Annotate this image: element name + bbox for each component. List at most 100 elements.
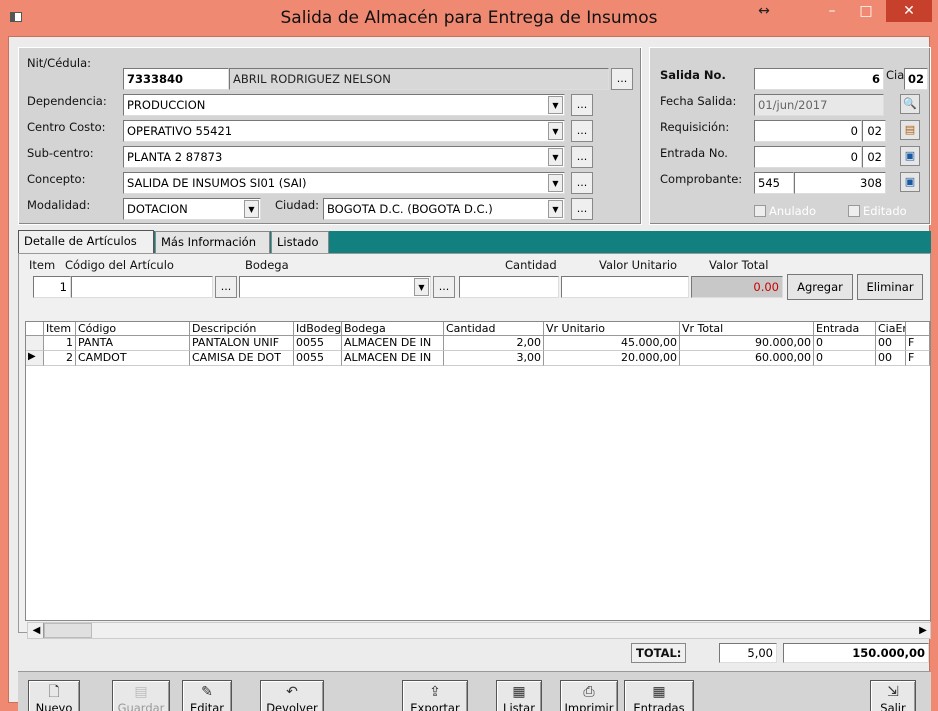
centro-costo-select[interactable]: OPERATIVO 55421 ▼	[123, 120, 565, 142]
cell-entrada[interactable]: 0	[814, 336, 876, 351]
column-header[interactable]: Item	[44, 322, 76, 336]
minimize-button[interactable]: –	[818, 0, 846, 24]
calendar-search-icon[interactable]: 🔍	[900, 94, 920, 114]
requisicion-field[interactable]: 0	[754, 120, 862, 142]
lookup-entrada-icon[interactable]: ▣	[900, 146, 920, 166]
modalidad-select[interactable]: DOTACION ▼	[123, 198, 261, 220]
cell-extra[interactable]: F	[906, 336, 930, 351]
requisicion-cia-field[interactable]: 02	[862, 120, 886, 142]
guardar-button[interactable]: ▤ Guardar	[112, 680, 170, 711]
salida-number-field[interactable]: 6	[754, 68, 884, 90]
tab-listado[interactable]: Listado	[271, 231, 329, 253]
chevron-down-icon[interactable]: ▼	[548, 174, 563, 192]
chevron-down-icon[interactable]: ▼	[414, 278, 429, 296]
close-button[interactable]: ✕	[886, 0, 932, 22]
cell-descripcion[interactable]: PANTALON UNIF	[190, 336, 294, 351]
chevron-down-icon[interactable]: ▼	[244, 200, 259, 218]
codigo-lookup-button[interactable]: ...	[215, 276, 237, 298]
codigo-input[interactable]	[71, 276, 213, 298]
exportar-button[interactable]: ⇪ Exportar	[402, 680, 468, 711]
tab-mas-informacion[interactable]: Más Información	[155, 231, 270, 253]
nuevo-button[interactable]: 🗋 Nuevo	[28, 680, 80, 711]
ciudad-select[interactable]: BOGOTA D.C. (BOGOTA D.C.) ▼	[323, 198, 565, 220]
cell-bodega[interactable]: ALMACEN DE IN	[342, 336, 444, 351]
cell-item[interactable]: 2	[44, 351, 76, 366]
cell-vr-unitario[interactable]: 45.000,00	[544, 336, 680, 351]
column-header[interactable]: Cantidad	[444, 322, 544, 336]
chevron-down-icon[interactable]: ▼	[548, 122, 563, 140]
scroll-left-icon[interactable]: ◀	[30, 623, 44, 638]
chevron-down-icon[interactable]: ▼	[548, 96, 563, 114]
cell-vr-total[interactable]: 90.000,00	[680, 336, 814, 351]
centro-costo-lookup-button[interactable]: ...	[571, 120, 593, 142]
agregar-button[interactable]: Agregar	[787, 274, 853, 300]
entradas-button[interactable]: ▦ Entradas	[624, 680, 694, 711]
cell-codigo[interactable]: PANTA	[76, 336, 190, 351]
column-header[interactable]: Descripción	[190, 322, 294, 336]
document-edit-icon[interactable]: ▤	[900, 120, 920, 140]
cell-entrada[interactable]: 0	[814, 351, 876, 366]
imprimir-button[interactable]: ⎙ Imprimir	[560, 680, 618, 711]
row-selector[interactable]	[26, 336, 44, 351]
column-header[interactable]: IdBodeg	[294, 322, 342, 336]
cell-cantidad[interactable]: 2,00	[444, 336, 544, 351]
subcentro-select[interactable]: PLANTA 2 87873 ▼	[123, 146, 565, 168]
lookup-comprobante-icon[interactable]: ▣	[900, 172, 920, 192]
column-header[interactable]: Vr Total	[680, 322, 814, 336]
fecha-salida-field[interactable]: 01/jun/2017	[754, 94, 884, 116]
comprobante-field[interactable]: 308	[794, 172, 886, 194]
dependencia-lookup-button[interactable]: ...	[571, 94, 593, 116]
valor-unitario-input[interactable]	[561, 276, 689, 298]
resize-icon[interactable]: ↔	[752, 0, 776, 24]
nit-lookup-button[interactable]: ...	[611, 68, 633, 90]
editar-button[interactable]: ✎ Editar	[182, 680, 232, 711]
column-header[interactable]: CiaEn	[876, 322, 906, 336]
entrada-cia-field[interactable]: 02	[862, 146, 886, 168]
scroll-right-icon[interactable]: ▶	[916, 623, 930, 638]
maximize-button[interactable]: □	[852, 0, 880, 24]
cell-vr-total[interactable]: 60.000,00	[680, 351, 814, 366]
chevron-down-icon[interactable]: ▼	[548, 148, 563, 166]
dependencia-select[interactable]: PRODUCCION ▼	[123, 94, 565, 116]
horizontal-scrollbar[interactable]: ◀ ▶	[27, 622, 931, 639]
subcentro-lookup-button[interactable]: ...	[571, 146, 593, 168]
cell-bodega[interactable]: ALMACEN DE IN	[342, 351, 444, 366]
devolver-button[interactable]: ↶ Devolver	[260, 680, 324, 711]
bodega-select[interactable]: ▼	[239, 276, 431, 298]
concepto-select[interactable]: SALIDA DE INSUMOS SI01 (SAI) ▼	[123, 172, 565, 194]
eliminar-button[interactable]: Eliminar	[857, 274, 923, 300]
cell-item[interactable]: 1	[44, 336, 76, 351]
column-header[interactable]: Código	[76, 322, 190, 336]
cell-vr-unitario[interactable]: 20.000,00	[544, 351, 680, 366]
concepto-lookup-button[interactable]: ...	[571, 172, 593, 194]
cell-cia-entrada[interactable]: 00	[876, 336, 906, 351]
nit-field[interactable]: 7333840	[123, 68, 229, 90]
editado-checkbox[interactable]: Editado	[848, 204, 907, 218]
row-selector[interactable]: ▶	[26, 351, 44, 366]
cell-extra[interactable]: F	[906, 351, 930, 366]
cantidad-input[interactable]	[459, 276, 559, 298]
bodega-lookup-button[interactable]: ...	[433, 276, 455, 298]
item-input[interactable]: 1	[33, 276, 71, 298]
salir-button[interactable]: ⇲ Salir	[870, 680, 916, 711]
cell-cia-entrada[interactable]: 00	[876, 351, 906, 366]
cia-field[interactable]: 02	[904, 68, 928, 90]
cell-codigo[interactable]: CAMDOT	[76, 351, 190, 366]
chevron-down-icon[interactable]: ▼	[548, 200, 563, 218]
column-header[interactable]: Bodega	[342, 322, 444, 336]
column-header[interactable]: Vr Unitario	[544, 322, 680, 336]
tab-detalle-articulos[interactable]: Detalle de Artículos	[18, 230, 154, 253]
ciudad-lookup-button[interactable]: ...	[571, 198, 593, 220]
entrada-field[interactable]: 0	[754, 146, 862, 168]
column-header[interactable]: Entrada	[814, 322, 876, 336]
cell-cantidad[interactable]: 3,00	[444, 351, 544, 366]
listar-button[interactable]: ▦ Listar	[496, 680, 542, 711]
cell-descripcion[interactable]: CAMISA DE DOT	[190, 351, 294, 366]
cell-idbodega[interactable]: 0055	[294, 336, 342, 351]
articles-grid[interactable]: Item Código Descripción IdBodeg Bodega C…	[25, 321, 931, 621]
comprobante-tipo-field[interactable]: 545	[754, 172, 794, 194]
cell-idbodega[interactable]: 0055	[294, 351, 342, 366]
anulado-checkbox[interactable]: Anulado	[754, 204, 816, 218]
scroll-thumb[interactable]	[44, 623, 92, 638]
column-header[interactable]	[906, 322, 930, 336]
